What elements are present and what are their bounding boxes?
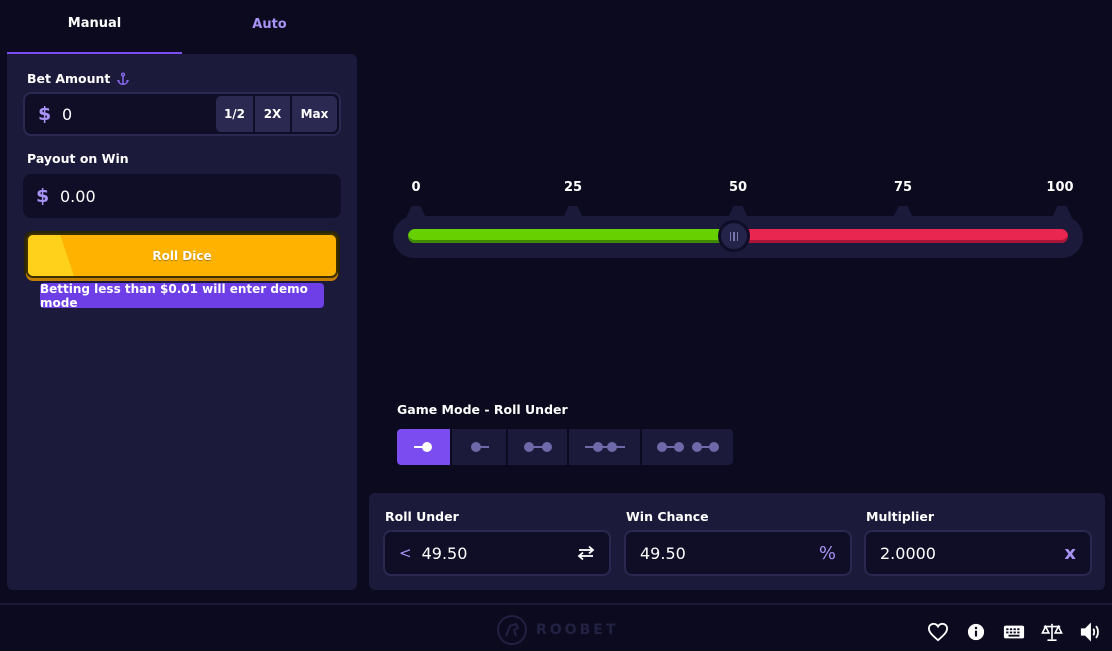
slider-lose-range	[734, 229, 1068, 243]
heart-icon[interactable]	[926, 621, 950, 643]
roll-under-field[interactable]: < 49.50	[383, 530, 611, 576]
brand-name: ROOBET	[536, 622, 619, 638]
roll-outside-icon	[584, 442, 625, 452]
scales-icon[interactable]	[1040, 621, 1064, 643]
roll-under-label: Roll Under	[385, 509, 459, 524]
kangaroo-logo-icon	[497, 615, 527, 645]
roll-between-two-icon	[656, 442, 719, 452]
roll-dice-button[interactable]: Roll Dice	[26, 233, 338, 278]
tick-label: 0	[411, 180, 421, 195]
mode-tabs: Manual Auto	[7, 0, 357, 54]
roll-dice-label: Roll Dice	[152, 248, 212, 263]
roll-under-input[interactable]: 49.50	[422, 544, 577, 563]
slider-win-range	[408, 229, 738, 243]
tick-label: 25	[563, 180, 583, 195]
double-bet-button[interactable]: 2X	[255, 96, 290, 132]
dollar-icon: $	[38, 103, 52, 125]
bet-amount-field[interactable]: $ 0 1/2 2X Max	[23, 92, 341, 136]
mode-roll-under-button[interactable]	[397, 429, 450, 465]
grip-icon	[729, 231, 739, 241]
slider-handle[interactable]	[718, 220, 750, 252]
bet-modifier-group: 1/2 2X Max	[216, 96, 337, 132]
game-stats-panel: Roll Under < 49.50 Win Chance 49.50 % Mu…	[369, 493, 1105, 590]
bet-panel: Bet Amount $ 0 1/2 2X Max Payout on Win …	[7, 54, 357, 590]
demo-mode-notice: Betting less than $0.01 will enter demo …	[40, 282, 324, 310]
swap-icon[interactable]	[577, 545, 595, 561]
win-chance-label: Win Chance	[626, 509, 709, 524]
slider-scale: 0 25 50 75 100	[0, 180, 1112, 200]
tick-label: 50	[728, 180, 748, 195]
tick-label: 75	[893, 180, 913, 195]
half-bet-button[interactable]: 1/2	[216, 96, 253, 132]
keyboard-icon[interactable]	[1002, 621, 1026, 643]
game-mode-label: Game Mode - Roll Under	[397, 402, 568, 417]
less-than-icon: <	[399, 544, 412, 562]
max-bet-button[interactable]: Max	[292, 96, 337, 132]
tab-auto[interactable]: Auto	[182, 0, 357, 54]
multiplier-field[interactable]: 2.0000 x	[864, 530, 1092, 576]
mode-roll-outside-button[interactable]	[569, 429, 640, 465]
mode-roll-between-button[interactable]	[508, 429, 567, 465]
anchor-icon[interactable]	[116, 72, 130, 86]
bet-amount-input[interactable]: 0	[62, 105, 216, 124]
tab-manual[interactable]: Manual	[7, 0, 182, 54]
bet-amount-label-row: Bet Amount	[27, 71, 130, 86]
win-chance-field[interactable]: 49.50 %	[624, 530, 852, 576]
game-mode-selector	[397, 429, 733, 465]
payout-label: Payout on Win	[27, 151, 129, 166]
percent-icon: %	[818, 542, 836, 564]
info-icon[interactable]	[964, 621, 988, 643]
roll-over-icon	[471, 442, 489, 452]
multiplier-input[interactable]: 2.0000	[880, 544, 1064, 563]
footer-divider	[0, 603, 1112, 605]
win-chance-input[interactable]: 49.50	[640, 544, 819, 563]
mode-roll-between-two-button[interactable]	[642, 429, 733, 465]
mode-roll-over-button[interactable]	[452, 429, 506, 465]
multiplier-label: Multiplier	[866, 509, 935, 524]
bet-amount-label: Bet Amount	[27, 71, 111, 86]
roll-under-icon	[413, 442, 432, 452]
multiplier-x-icon: x	[1064, 542, 1076, 564]
footer-toolbar	[926, 621, 1102, 643]
tick-label: 100	[1046, 180, 1074, 195]
brand-logo: ROOBET	[496, 614, 618, 646]
volume-icon[interactable]	[1078, 621, 1102, 643]
roll-between-icon	[523, 442, 552, 452]
